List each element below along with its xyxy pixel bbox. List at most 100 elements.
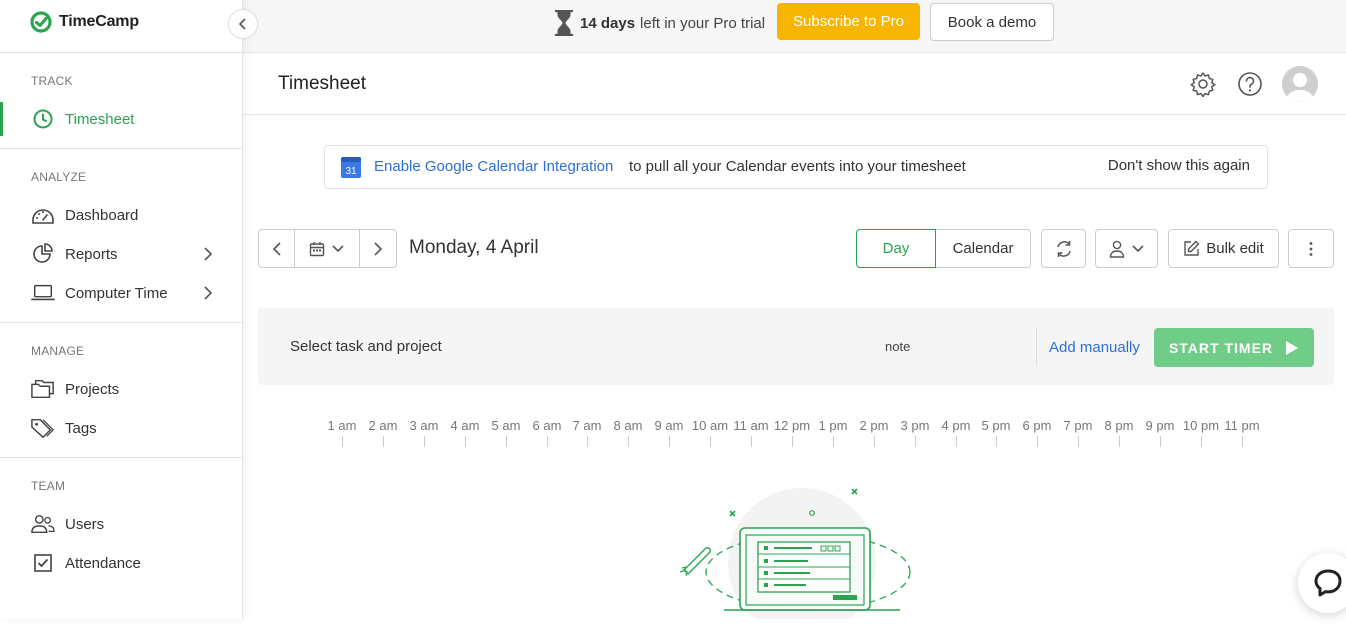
hourglass-icon xyxy=(554,10,574,36)
hour-label: 3 am xyxy=(409,418,439,433)
page-title: Timesheet xyxy=(278,73,366,94)
hour-label: 8 am xyxy=(613,418,643,433)
note-input[interactable]: note xyxy=(885,339,910,354)
calendar-day-number: 31 xyxy=(345,166,357,177)
more-vertical-icon xyxy=(1309,241,1313,256)
sidebar-item-label: Projects xyxy=(65,380,120,398)
sidebar-item-timesheet[interactable]: Timesheet xyxy=(0,102,243,136)
sidebar-section-team: TEAM xyxy=(31,479,66,493)
chevron-left-icon xyxy=(272,241,281,256)
hour-tick xyxy=(424,436,425,447)
sidebar-item-users[interactable]: Users xyxy=(0,507,243,541)
hour-tick xyxy=(710,436,711,447)
sidebar-item-label: Attendance xyxy=(65,554,141,572)
timecamp-logo[interactable]: TimeCamp xyxy=(29,10,139,34)
hour-label: 6 am xyxy=(532,418,562,433)
timecamp-logo-icon xyxy=(30,11,52,33)
hour-tick xyxy=(383,436,384,447)
help-button[interactable] xyxy=(1236,70,1264,98)
tab-day[interactable]: Day xyxy=(856,229,936,268)
add-manually-link[interactable]: Add manually xyxy=(1049,339,1140,356)
hour-tick xyxy=(1242,436,1243,447)
more-options-button[interactable] xyxy=(1288,229,1334,268)
previous-day-button[interactable] xyxy=(259,230,296,267)
sidebar-item-reports[interactable]: Reports xyxy=(0,237,243,271)
folders-icon xyxy=(31,377,55,401)
hour-label: 9 am xyxy=(654,418,684,433)
trial-bar: 14 days left in your Pro trial Subscribe… xyxy=(243,0,1346,53)
sidebar-item-dashboard[interactable]: Dashboard xyxy=(0,198,243,232)
sidebar-item-label: Timesheet xyxy=(65,110,135,128)
hour-label: 11 pm xyxy=(1224,418,1260,433)
hour-tick xyxy=(342,436,343,447)
hour-label: 12 pm xyxy=(773,418,811,433)
trial-text: left in your Pro trial xyxy=(640,14,766,32)
banner-text: to pull all your Calendar events into yo… xyxy=(629,158,966,175)
dont-show-again-link[interactable]: Don't show this again xyxy=(1108,157,1250,174)
checkbox-icon xyxy=(31,551,55,575)
avatar[interactable] xyxy=(1282,66,1318,102)
hour-label: 6 pm xyxy=(1022,418,1052,433)
chevron-right-icon xyxy=(203,285,213,305)
pie-chart-icon xyxy=(31,242,55,266)
chat-button[interactable] xyxy=(1298,553,1346,613)
bulk-edit-button[interactable]: Bulk edit xyxy=(1168,229,1279,268)
user-icon xyxy=(1109,240,1124,258)
sidebar-item-label: Reports xyxy=(65,245,118,263)
date-navigator xyxy=(258,229,397,268)
tab-calendar[interactable]: Calendar xyxy=(936,229,1031,268)
sidebar-item-attendance[interactable]: Attendance xyxy=(0,546,243,580)
chat-icon xyxy=(1314,569,1342,597)
hour-label: 4 am xyxy=(450,418,480,433)
date-picker-button[interactable] xyxy=(295,230,360,267)
hour-tick xyxy=(792,436,793,447)
next-day-button[interactable] xyxy=(360,230,396,267)
refresh-button[interactable] xyxy=(1041,229,1086,268)
hour-tick xyxy=(1119,436,1120,447)
hour-label: 9 pm xyxy=(1145,418,1175,433)
sidebar-section-manage: MANAGE xyxy=(31,344,85,358)
hour-label: 2 am xyxy=(368,418,398,433)
start-timer-button[interactable]: START TIMER xyxy=(1154,328,1314,367)
chevron-down-icon xyxy=(332,244,344,252)
user-filter-dropdown[interactable] xyxy=(1095,229,1158,268)
sidebar-item-tags[interactable]: Tags xyxy=(0,411,243,445)
hour-tick xyxy=(669,436,670,447)
current-date: Monday, 4 April xyxy=(409,237,539,258)
user-avatar-icon xyxy=(1282,66,1318,102)
sidebar-divider xyxy=(0,52,243,53)
hour-label: 2 pm xyxy=(859,418,889,433)
hour-label: 4 pm xyxy=(941,418,971,433)
settings-button[interactable] xyxy=(1189,70,1217,98)
help-icon xyxy=(1238,72,1262,96)
hour-tick xyxy=(996,436,997,447)
play-icon xyxy=(1286,340,1299,355)
enable-google-calendar-link[interactable]: Enable Google Calendar Integration xyxy=(374,158,613,175)
hour-label: 5 pm xyxy=(981,418,1011,433)
sidebar-divider xyxy=(0,322,243,323)
hour-tick xyxy=(587,436,588,447)
hour-label: 10 am xyxy=(691,418,729,433)
task-project-select[interactable]: Select task and project xyxy=(290,338,442,355)
entry-divider xyxy=(1036,328,1037,366)
calendar-icon xyxy=(309,241,325,256)
hour-tick xyxy=(506,436,507,447)
sidebar-collapse-button[interactable] xyxy=(228,9,258,39)
subscribe-button[interactable]: Subscribe to Pro xyxy=(777,3,920,40)
start-timer-label: START TIMER xyxy=(1168,339,1274,356)
sidebar-item-computer-time[interactable]: Computer Time xyxy=(0,276,243,310)
hour-tick xyxy=(465,436,466,447)
hour-tick xyxy=(547,436,548,447)
google-calendar-icon: 31 xyxy=(341,157,361,178)
sidebar-item-projects[interactable]: Projects xyxy=(0,372,243,406)
hour-label: 1 am xyxy=(327,418,357,433)
book-demo-button[interactable]: Book a demo xyxy=(930,3,1054,41)
users-icon xyxy=(31,512,55,536)
page-header: Timesheet xyxy=(243,53,1346,115)
empty-state-illustration xyxy=(678,484,914,624)
hour-tick xyxy=(1037,436,1038,447)
sidebar: TimeCamp TRACK Timesheet ANALYZE Dashboa… xyxy=(0,0,243,619)
chevron-right-icon xyxy=(203,246,213,266)
hour-label: 5 am xyxy=(491,418,521,433)
gauge-icon xyxy=(31,203,55,227)
